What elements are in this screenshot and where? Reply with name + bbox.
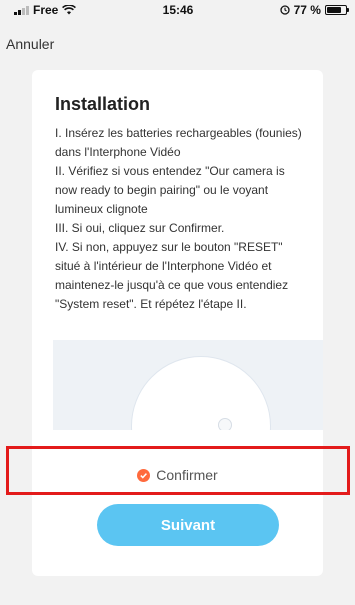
- intercom-device-image: [131, 356, 271, 430]
- wifi-icon: [62, 5, 77, 15]
- status-bar: Free 15:46 77 %: [0, 0, 355, 20]
- checkmark-icon: [137, 468, 151, 482]
- confirm-label: Confirmer: [156, 467, 218, 483]
- instructions: I. Insérez les batteries rechargeables (…: [55, 124, 307, 314]
- battery-icon: [324, 5, 349, 15]
- reset-button-image: [218, 418, 232, 430]
- device-illustration: [53, 340, 323, 430]
- status-right: 77 %: [279, 3, 349, 17]
- confirm-checkbox[interactable]: Confirmer: [32, 460, 323, 490]
- carrier-name: Free: [33, 3, 59, 17]
- battery-percent: 77 %: [293, 3, 321, 17]
- alarm-icon: [279, 5, 290, 15]
- instruction-step-1: I. Insérez les batteries rechargeables (…: [55, 126, 302, 159]
- battery-fill: [326, 7, 341, 13]
- signal-icon: [14, 5, 29, 15]
- status-left: Free: [14, 3, 77, 17]
- cancel-button[interactable]: Annuler: [6, 36, 54, 52]
- instruction-step-2: II. Vérifiez si vous entendez "Our camer…: [55, 164, 285, 216]
- page-title: Installation: [55, 94, 151, 114]
- installation-card: Installation I. Insérez les batteries re…: [32, 70, 323, 576]
- instruction-step-4: IV. Si non, appuyez sur le bouton "RESET…: [55, 240, 289, 311]
- clock: 15:46: [162, 3, 194, 17]
- next-button[interactable]: Suivant: [97, 504, 279, 546]
- instruction-step-3: III. Si oui, cliquez sur Confirmer.: [55, 221, 225, 235]
